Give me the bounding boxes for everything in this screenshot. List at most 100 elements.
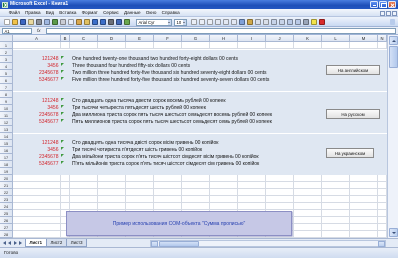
amount-in-words-cell[interactable]: Сто двадцять одна тисяча двісті сорок ві…	[70, 140, 218, 147]
row-header[interactable]: 13	[0, 126, 13, 133]
row-header[interactable]: 21	[0, 182, 13, 189]
cell-b4[interactable]	[61, 63, 70, 70]
row-header[interactable]: 3	[0, 56, 13, 63]
cell-i22[interactable]	[238, 189, 266, 196]
cell-i8[interactable]	[238, 91, 266, 98]
cell-j6[interactable]	[266, 77, 294, 84]
excel-app-icon[interactable]	[2, 1, 8, 8]
cell-g1[interactable]	[182, 42, 210, 49]
cell-j10[interactable]	[266, 105, 294, 112]
cell-m27[interactable]	[350, 224, 378, 231]
cell-a26[interactable]	[13, 217, 61, 224]
cell-i14[interactable]	[238, 133, 266, 140]
cell-n7[interactable]	[378, 84, 387, 91]
align-right-icon[interactable]	[231, 19, 237, 25]
cell-n24[interactable]	[378, 203, 387, 210]
email-icon[interactable]	[28, 19, 34, 25]
cell-g22[interactable]	[182, 189, 210, 196]
cell-b11[interactable]	[61, 112, 70, 119]
bold-icon[interactable]	[191, 19, 197, 25]
row-header[interactable]: 24	[0, 203, 13, 210]
cell-e13[interactable]	[126, 126, 154, 133]
sheet-tab-1[interactable]: Лист1	[25, 239, 47, 247]
column-header-n[interactable]: N	[378, 35, 387, 42]
cell-j4[interactable]	[266, 63, 294, 70]
cell-h20[interactable]	[210, 175, 238, 182]
cell-h14[interactable]	[210, 133, 238, 140]
cell-d23[interactable]	[98, 196, 126, 203]
cell-m2[interactable]	[350, 49, 378, 56]
row-header[interactable]: 20	[0, 175, 13, 182]
cell-m21[interactable]	[350, 182, 378, 189]
cell-h16[interactable]	[210, 147, 238, 154]
row-header[interactable]: 23	[0, 196, 13, 203]
cell-k5[interactable]	[294, 70, 322, 77]
cell-a22[interactable]	[13, 189, 61, 196]
cell-k23[interactable]	[294, 196, 322, 203]
cell-f20[interactable]	[154, 175, 182, 182]
cell-l23[interactable]	[322, 196, 350, 203]
cell-a23[interactable]	[13, 196, 61, 203]
cell-k21[interactable]	[294, 182, 322, 189]
chevron-down-icon[interactable]	[182, 19, 186, 25]
cell-m28[interactable]	[350, 231, 378, 238]
cell-i1[interactable]	[238, 42, 266, 49]
cell-l28[interactable]	[322, 231, 350, 238]
cell-h21[interactable]	[210, 182, 238, 189]
cell-a25[interactable]	[13, 210, 61, 217]
italic-icon[interactable]	[199, 19, 205, 25]
cell-m25[interactable]	[350, 210, 378, 217]
cell-d1[interactable]	[98, 42, 126, 49]
cell-j5[interactable]	[266, 70, 294, 77]
font-name-select[interactable]: Arial Cyr	[136, 18, 172, 26]
cell-i10[interactable]	[238, 105, 266, 112]
cell-e24[interactable]	[126, 203, 154, 210]
amount-cell[interactable]: 5345677	[13, 77, 61, 84]
percent-icon[interactable]	[255, 19, 261, 25]
align-center-icon[interactable]	[223, 19, 229, 25]
column-header-k[interactable]: K	[294, 35, 322, 42]
comma-style-icon[interactable]	[263, 19, 269, 25]
cell-m26[interactable]	[350, 217, 378, 224]
cell-l12[interactable]	[322, 119, 350, 126]
cell-d22[interactable]	[98, 189, 126, 196]
cell-a2[interactable]	[13, 49, 61, 56]
sheet-tab-3[interactable]: Лист3	[66, 239, 88, 247]
cell-c2[interactable]	[70, 49, 98, 56]
amount-in-words-cell[interactable]: Два миллиона триста сорок пять тысяч шес…	[70, 112, 272, 119]
cell-l20[interactable]	[322, 175, 350, 182]
first-sheet-icon[interactable]	[3, 241, 6, 245]
cell-m24[interactable]	[350, 203, 378, 210]
cell-b19[interactable]	[61, 168, 70, 175]
cell-g23[interactable]	[182, 196, 210, 203]
cell-j17[interactable]	[266, 154, 294, 161]
cell-i20[interactable]	[238, 175, 266, 182]
column-header-b[interactable]: B	[61, 35, 70, 42]
cell-k26[interactable]	[294, 217, 322, 224]
cell-a19[interactable]	[13, 168, 61, 175]
previous-sheet-icon[interactable]	[8, 241, 11, 245]
row-header[interactable]: 18	[0, 161, 13, 168]
row-header[interactable]: 1	[0, 42, 13, 49]
paste-icon[interactable]	[76, 19, 82, 25]
cell-n28[interactable]	[378, 231, 387, 238]
decrease-decimal-icon[interactable]	[279, 19, 285, 25]
print-preview-icon[interactable]	[44, 19, 50, 25]
cell-n3[interactable]	[378, 56, 387, 63]
select-all-corner[interactable]	[0, 35, 13, 42]
cell-m8[interactable]	[350, 91, 378, 98]
title-bar[interactable]: Microsoft Excel - Книга1	[0, 0, 398, 9]
menu-tools[interactable]: Сервис	[100, 9, 121, 17]
cell-n22[interactable]	[378, 189, 387, 196]
font-size-select[interactable]: 10	[174, 18, 187, 26]
amount-in-words-cell[interactable]: Три тысячи четыреста пятьдесят шесть руб…	[70, 105, 206, 112]
cell-j16[interactable]	[266, 147, 294, 154]
cell-c23[interactable]	[70, 196, 98, 203]
cell-d14[interactable]	[98, 133, 126, 140]
amount-in-words-cell[interactable]: Five million three hundred forty-five th…	[70, 77, 269, 84]
cell-k18[interactable]	[294, 161, 322, 168]
cell-d21[interactable]	[98, 182, 126, 189]
cell-l21[interactable]	[322, 182, 350, 189]
cell-g14[interactable]	[182, 133, 210, 140]
cell-l13[interactable]	[322, 126, 350, 133]
